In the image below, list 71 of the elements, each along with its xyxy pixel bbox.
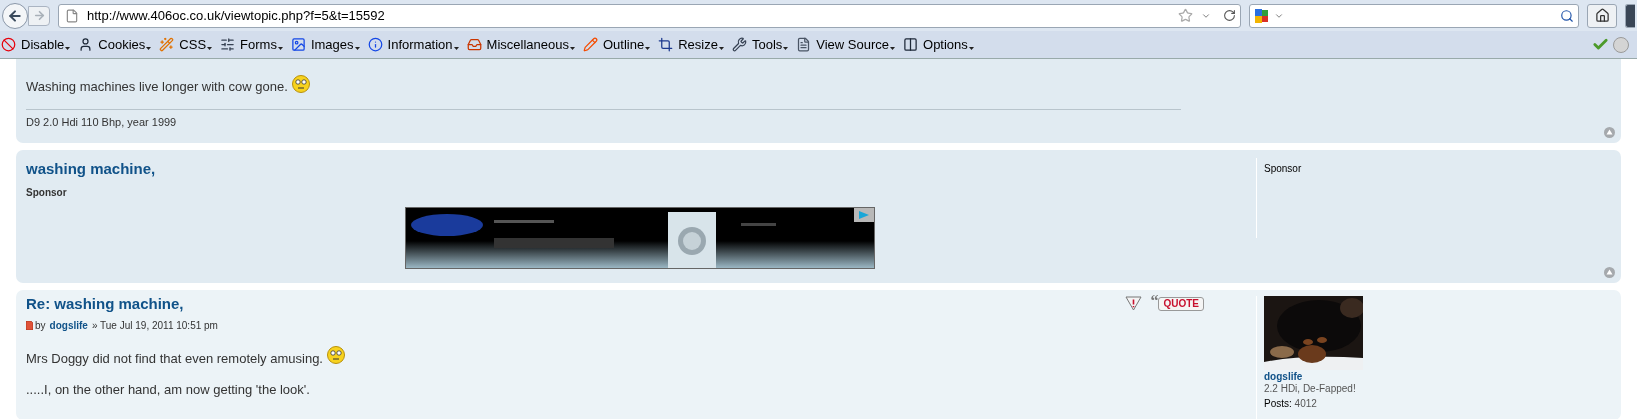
home-button[interactable]	[1587, 3, 1617, 28]
toolbar-menu[interactable]: Tools	[731, 34, 789, 55]
bookmarks-button[interactable]	[1625, 3, 1635, 28]
post-text: Mrs Doggy did not find that even remotely amusing.	[26, 348, 1230, 368]
caret-icon	[569, 47, 575, 51]
url-field[interactable]: http://www.406oc.co.uk/viewtopic.php?f=5&t=15592	[58, 3, 1241, 28]
back-to-top-icon[interactable]	[1604, 127, 1615, 138]
profile-rank: Sponsor	[1264, 162, 1303, 176]
author-link[interactable]: dogslife	[49, 317, 88, 333]
check-icon[interactable]	[1592, 36, 1609, 53]
toolbar-menu[interactable]: View Source	[796, 34, 896, 55]
post-icon[interactable]	[26, 320, 33, 330]
caret-icon	[968, 47, 974, 51]
post-title[interactable]: Re: washing machine,	[26, 293, 1126, 316]
toolbar-menu[interactable]: Information	[367, 34, 459, 55]
wand-icon	[159, 37, 175, 52]
wrench-icon	[731, 37, 747, 52]
info-icon	[367, 37, 383, 52]
smiley-icon	[291, 74, 310, 93]
post-date: » Tue Jul 19, 2011 10:51 pm	[91, 318, 218, 333]
document-icon	[796, 37, 812, 52]
toolbar-menu[interactable]: CSS	[159, 34, 213, 55]
posts-label: Posts:	[1264, 398, 1292, 409]
caret-icon	[453, 47, 459, 51]
caret-icon	[718, 47, 724, 51]
toolbar-menu[interactable]: Outline	[582, 34, 651, 55]
profile-rank: 2.2 HDi, De-Fapped!	[1264, 383, 1357, 395]
toolbar-menu[interactable]: Options	[903, 34, 974, 55]
home-icon	[1594, 8, 1610, 23]
toolbar-menu[interactable]: Resize	[658, 34, 724, 55]
sliders-icon	[220, 37, 236, 52]
post-text: .....I, on the other hand, am now getting 'the look'.	[26, 381, 311, 399]
status-icon[interactable]	[1613, 36, 1629, 53]
caret-icon	[890, 47, 896, 51]
search-field[interactable]	[1249, 3, 1579, 28]
caret-icon	[65, 47, 71, 51]
reload-icon[interactable]	[1223, 9, 1236, 22]
image-icon	[290, 37, 306, 52]
toolbar-menu[interactable]: Cookies	[78, 34, 152, 55]
back-to-top-icon[interactable]	[1604, 267, 1615, 278]
byline-text: by	[35, 318, 46, 333]
toolbar-menu[interactable]: Images	[290, 34, 360, 55]
page-icon	[65, 8, 79, 23]
toolbar-menu[interactable]: Miscellaneous	[466, 34, 575, 55]
caret-icon	[354, 47, 360, 51]
warning-icon[interactable]	[1125, 296, 1143, 311]
caret-icon	[146, 47, 152, 51]
post-title[interactable]: washing machine,	[26, 158, 1230, 181]
pencil-icon	[582, 37, 598, 52]
crop-icon	[658, 37, 674, 52]
caret-icon	[783, 47, 789, 51]
user-icon	[78, 37, 94, 52]
caret-icon	[207, 47, 213, 51]
smiley-icon	[327, 346, 345, 365]
post-text: Washing machines live longer with cow gone.	[26, 77, 1611, 97]
forward-arrow-icon	[32, 9, 46, 22]
caret-icon	[645, 47, 651, 51]
inbox-icon	[466, 37, 482, 52]
search-icon[interactable]	[1560, 8, 1574, 23]
panel-icon	[903, 37, 919, 52]
toolbar-menu[interactable]: Disable	[1, 34, 71, 55]
ban-icon	[1, 37, 16, 52]
engine-icon[interactable]	[1254, 7, 1270, 24]
star-icon[interactable]	[1178, 8, 1193, 23]
caret-icon	[277, 47, 283, 51]
signature-text: D9 2.0 Hdi 110 Bhp, year 1999	[26, 114, 178, 130]
posts-count: 4012	[1294, 398, 1317, 409]
back-button[interactable]	[2, 2, 28, 29]
post-subtitle: Sponsor	[26, 185, 68, 200]
profile-username[interactable]: dogslife	[1264, 371, 1611, 383]
toolbar-menu[interactable]: Forms	[220, 34, 283, 55]
